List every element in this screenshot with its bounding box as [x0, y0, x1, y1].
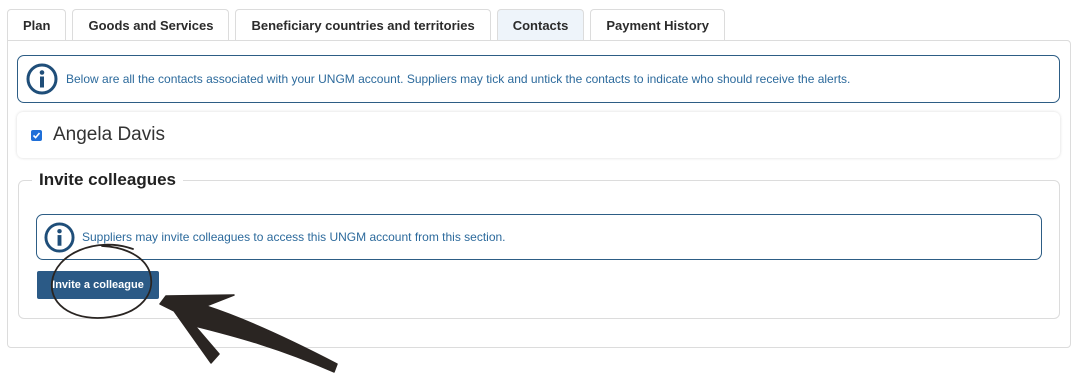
- tab-bar: Plan Goods and Services Beneficiary coun…: [7, 9, 725, 41]
- invite-info-text: Suppliers may invite colleagues to acces…: [82, 230, 506, 244]
- contacts-info-banner: Below are all the contacts associated wi…: [17, 55, 1060, 103]
- info-icon: [44, 221, 75, 253]
- info-icon: [26, 63, 58, 95]
- checkmark-icon: [32, 131, 41, 139]
- contact-name: Angela Davis: [53, 124, 165, 145]
- contact-checkbox[interactable]: [31, 129, 42, 141]
- contacts-info-text: Below are all the contacts associated wi…: [66, 72, 851, 86]
- contact-item: Angela Davis: [17, 112, 1060, 158]
- tab-payment-history[interactable]: Payment History: [590, 9, 725, 41]
- tab-plan[interactable]: Plan: [7, 9, 67, 41]
- contacts-page: Plan Goods and Services Beneficiary coun…: [0, 0, 1081, 381]
- invite-colleagues-legend: Invite colleagues: [32, 170, 183, 190]
- tab-goods-and-services[interactable]: Goods and Services: [72, 9, 230, 41]
- invite-colleague-button[interactable]: Invite a colleague: [37, 271, 159, 299]
- invite-info-banner: Suppliers may invite colleagues to acces…: [36, 214, 1042, 260]
- tab-contacts[interactable]: Contacts: [496, 9, 585, 41]
- tab-beneficiary-countries[interactable]: Beneficiary countries and territories: [235, 9, 491, 41]
